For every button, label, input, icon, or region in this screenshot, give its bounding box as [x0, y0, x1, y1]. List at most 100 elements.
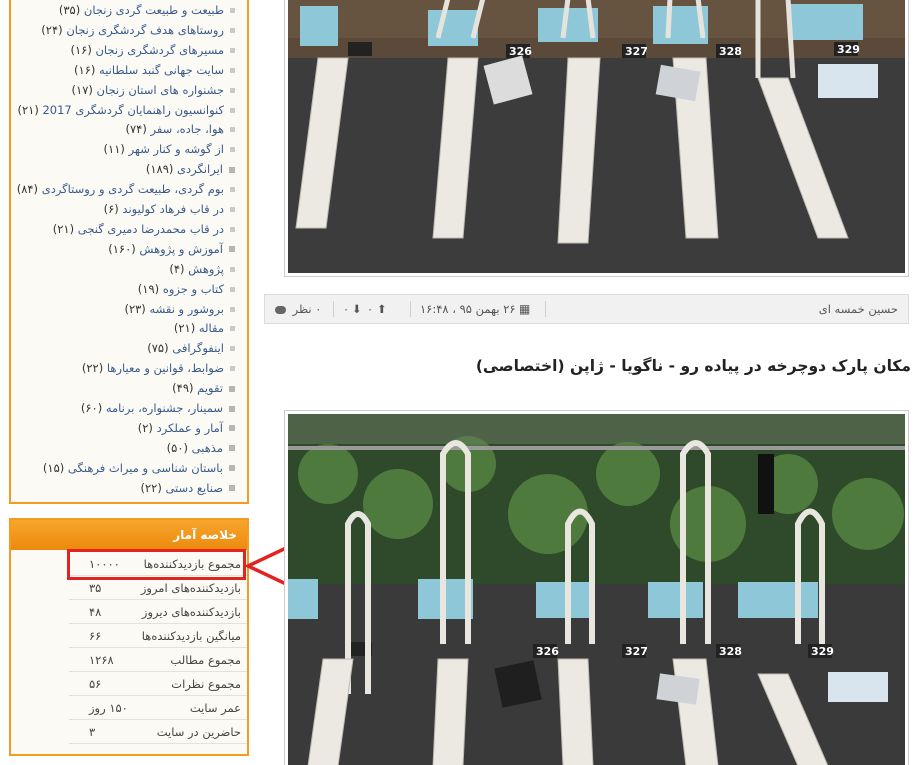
- category-label[interactable]: از گوشه و کنار شهر: [129, 142, 224, 156]
- upvote-count: ۰: [367, 302, 374, 316]
- category-item[interactable]: باستان شناسی و میراث فرهنگی (۱۵): [43, 459, 235, 477]
- category-label[interactable]: در قاب محمدرضا دمیری گنجی: [78, 222, 224, 236]
- category-item[interactable]: روستاهای هدف گردشگری زنجان (۲۴): [41, 21, 235, 39]
- bullet-icon: [229, 166, 235, 173]
- category-item[interactable]: صنایع دستی (۲۲): [140, 479, 235, 497]
- category-count: (۸۴): [16, 182, 39, 197]
- bullet-icon: [230, 27, 235, 33]
- bullet-icon: [230, 306, 235, 312]
- plate-label: 328: [719, 645, 742, 658]
- category-item[interactable]: هوا، جاده، سفر (۷۴): [125, 120, 235, 138]
- category-label[interactable]: کتاب و جزوه: [163, 282, 224, 296]
- bullet-icon: [230, 127, 235, 133]
- category-count: (۱۶۰): [108, 241, 136, 256]
- category-label[interactable]: بروشور و نقشه: [149, 302, 224, 316]
- category-count: (۵۰): [166, 440, 189, 455]
- bullet-icon: [230, 226, 235, 232]
- category-item[interactable]: ایرانگردی (۱۸۹): [146, 160, 235, 178]
- post-author[interactable]: حسین خمسه ای: [819, 295, 898, 323]
- category-item[interactable]: سمینار، جشنواره، برنامه (۶۰): [81, 399, 235, 417]
- category-count: (۷۴): [125, 122, 147, 137]
- category-item[interactable]: جشنواره های استان زنجان (۱۷): [72, 81, 235, 99]
- category-label[interactable]: ایرانگردی: [177, 162, 223, 176]
- category-item[interactable]: پژوهش (۴): [169, 260, 235, 278]
- category-label[interactable]: پژوهش: [188, 262, 224, 276]
- arrow-down-icon: ⬇: [352, 302, 362, 316]
- bullet-icon: [230, 87, 235, 93]
- category-label[interactable]: باستان شناسی و میراث فرهنگی: [68, 461, 223, 475]
- category-item[interactable]: بوم گردی، طبیعت گردی و روستاگردی (۸۴): [17, 180, 235, 198]
- category-label[interactable]: صنایع دستی: [165, 481, 223, 495]
- category-label[interactable]: طبیعت و طبیعت گردی زنجان: [84, 3, 224, 17]
- category-count: (۲۴): [41, 22, 63, 37]
- category-label[interactable]: آمار و عملکرد: [157, 421, 223, 435]
- post-image-bottom[interactable]: 326 327 328 329: [284, 410, 909, 765]
- category-item[interactable]: تقویم (۴۹): [172, 379, 235, 397]
- bullet-icon: [229, 385, 235, 392]
- bullet-icon: [230, 187, 235, 193]
- category-label[interactable]: روستاهای هدف گردشگری زنجان: [66, 23, 224, 37]
- category-label[interactable]: سمینار، جشنواره، برنامه: [106, 401, 223, 415]
- stat-row: مجموع مطالب ۱۲۶۸: [69, 648, 247, 672]
- category-item[interactable]: آمار و عملکرد (۲): [138, 419, 235, 437]
- bike-rack-photo: 326 327 328 329: [288, 414, 905, 765]
- bullet-icon: [229, 485, 235, 492]
- category-item[interactable]: مسیرهای گردشگری زنجان (۱۶): [70, 41, 235, 59]
- category-item[interactable]: از گوشه و کنار شهر (۱۱): [104, 140, 235, 158]
- category-count: (۱۵): [42, 460, 65, 475]
- downvote-count: ۰: [343, 302, 350, 316]
- category-label[interactable]: سایت جهانی گنبد سلطانیه: [99, 63, 224, 77]
- category-count: (۲۱): [52, 221, 75, 236]
- category-label[interactable]: هوا، جاده، سفر: [151, 122, 225, 136]
- stat-row: عمر سایت ۱۵۰ روز: [69, 696, 247, 720]
- post-image-top[interactable]: 326 327 328 329: [284, 0, 909, 277]
- post-date: ۲۶ بهمن ۹۵ ، ۱۶:۴۸: [420, 302, 516, 316]
- category-item[interactable]: در قاب محمدرضا دمیری گنجی (۲۱): [53, 220, 235, 238]
- category-label[interactable]: آموزش و پژوهش: [139, 242, 223, 256]
- category-label[interactable]: بوم گردی، طبیعت گردی و روستاگردی: [42, 182, 224, 196]
- comments-link[interactable]: ۰ نظر: [275, 295, 321, 323]
- stat-label: میانگین بازدیدکننده‌ها: [141, 629, 241, 643]
- category-label[interactable]: در قاب فرهاد کولیوند: [122, 202, 224, 216]
- category-count: (۱۷): [71, 82, 93, 97]
- plate-label: 329: [811, 645, 834, 658]
- stat-row: مجموع نظرات ۵۶: [69, 672, 247, 696]
- plate-label: 327: [625, 645, 648, 658]
- bullet-icon: [230, 366, 235, 372]
- stat-row: حاضرین در سایت ۳: [69, 720, 247, 744]
- category-item[interactable]: کنوانسیون راهنمایان گردشگری 2017 (۲۱): [17, 101, 235, 119]
- stat-label: مجموع نظرات: [171, 677, 241, 691]
- category-label[interactable]: مسیرهای گردشگری زنجان: [95, 43, 224, 57]
- category-item[interactable]: طبیعت و طبیعت گردی زنجان (۳۵): [59, 1, 235, 19]
- bullet-icon: [230, 326, 235, 332]
- category-item[interactable]: مذهبی (۵۰): [167, 439, 235, 457]
- stat-value: ۵۶: [89, 677, 102, 691]
- category-count: (۱۸۹): [145, 162, 174, 177]
- post-title[interactable]: مکان پارک دوچرخه در پیاده رو - ناگویا - …: [476, 357, 911, 375]
- downvote-button[interactable]: ⬇: [352, 295, 362, 323]
- category-item[interactable]: آموزش و پژوهش (۱۶۰): [108, 240, 235, 258]
- category-label[interactable]: ضوابط، قوانین و معیارها: [107, 361, 224, 375]
- category-label[interactable]: تقویم: [197, 381, 223, 395]
- stat-row: میانگین بازدیدکننده‌ها ۶۶: [69, 624, 247, 648]
- category-count: (۶۰): [80, 401, 103, 415]
- category-count: (۱۶): [74, 62, 96, 77]
- category-label[interactable]: جشنواره های استان زنجان: [97, 83, 224, 97]
- category-item[interactable]: در قاب فرهاد کولیوند (۶): [104, 200, 235, 218]
- category-item[interactable]: سایت جهانی گنبد سلطانیه (۱۶): [74, 61, 235, 79]
- category-label[interactable]: کنوانسیون راهنمایان گردشگری 2017: [42, 103, 224, 117]
- category-count: (۶): [103, 202, 119, 216]
- upvote-button[interactable]: ⬆: [377, 295, 387, 323]
- category-label[interactable]: اینفوگرافی: [172, 341, 224, 355]
- category-item[interactable]: بروشور و نقشه (۲۳): [124, 300, 235, 318]
- category-label[interactable]: مذهبی: [192, 441, 223, 455]
- category-item[interactable]: اینفوگرافی (۷۵): [147, 339, 235, 357]
- category-item[interactable]: مقاله (۲۱): [174, 319, 235, 337]
- stat-value: ۱۲۶۸: [89, 653, 114, 667]
- category-item[interactable]: ضوابط، قوانین و معیارها (۲۲): [82, 359, 235, 377]
- category-item[interactable]: کتاب و جزوه (۱۹): [138, 280, 235, 298]
- bike-rack-photo: 326 327 328 329: [288, 0, 905, 273]
- category-count: (۲۱): [173, 321, 196, 336]
- category-count: (۷۵): [147, 341, 169, 356]
- category-label[interactable]: مقاله: [199, 321, 224, 335]
